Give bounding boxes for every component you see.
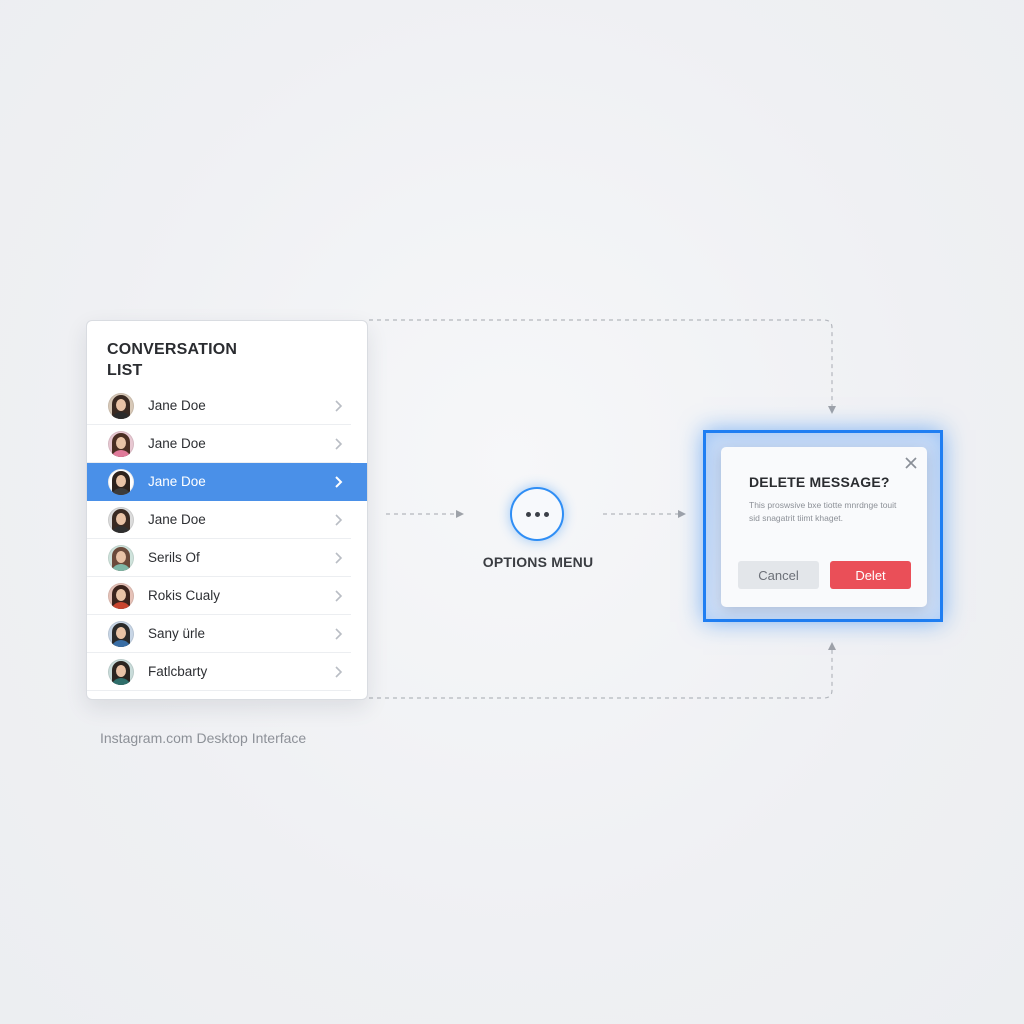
- conversation-row-3[interactable]: Jane Doe: [87, 463, 367, 501]
- delete-dialog-highlight: DELETE MESSAGE? This proswsive bxe tiott…: [703, 430, 943, 622]
- avatar: [108, 544, 134, 571]
- chevron-right-icon: [335, 665, 343, 678]
- chevron-right-icon: [335, 627, 343, 640]
- close-icon[interactable]: [903, 455, 919, 471]
- avatar: [108, 658, 134, 685]
- conversation-name: Jane Doe: [148, 474, 206, 489]
- conversation-row-7[interactable]: Sany ürle: [87, 615, 351, 653]
- conversation-list: Jane Doe Jane Doe Jane Doe Jane Doe Seri…: [87, 387, 367, 691]
- conversation-name: Jane Doe: [148, 512, 206, 527]
- chevron-right-icon: [335, 513, 343, 526]
- avatar: [108, 582, 134, 609]
- delete-button[interactable]: Delet: [830, 561, 911, 589]
- dialog-title: DELETE MESSAGE?: [749, 474, 890, 490]
- chevron-right-icon: [335, 437, 343, 450]
- avatar: [108, 468, 134, 495]
- dialog-body-text: This proswsive bxe tiotte mnrdnge touit …: [749, 500, 897, 523]
- conversation-row-5[interactable]: Serils Of: [87, 539, 351, 577]
- conversation-name: Serils Of: [148, 550, 200, 565]
- avatar: [108, 506, 134, 533]
- conversation-name: Sany ürle: [148, 626, 206, 641]
- conversation-row-4[interactable]: Jane Doe: [87, 501, 351, 539]
- more-horizontal-icon: [525, 511, 549, 517]
- chevron-right-icon: [335, 589, 343, 602]
- connector-list-to-dialog-bottom: [369, 642, 836, 699]
- chevron-right-icon: [335, 475, 343, 488]
- chevron-right-icon: [335, 399, 343, 412]
- conversation-name: Jane Doe: [148, 398, 206, 413]
- options-menu-label: OPTIONS MENU: [482, 554, 594, 570]
- chevron-right-icon: [335, 551, 343, 564]
- conversation-row-1[interactable]: Jane Doe: [87, 387, 351, 425]
- diagram-caption: Instagram.com Desktop Interface: [100, 730, 307, 746]
- avatar: [108, 430, 134, 457]
- avatar: [108, 620, 134, 647]
- conversation-row-6[interactable]: Rokis Cualy: [87, 577, 351, 615]
- avatar: [108, 392, 134, 419]
- conversation-name: Rokis Cualy: [148, 588, 221, 603]
- cancel-button[interactable]: Cancel: [738, 561, 819, 589]
- delete-dialog: DELETE MESSAGE? This proswsive bxe tiott…: [721, 447, 927, 607]
- options-menu-button[interactable]: [510, 487, 564, 541]
- conversation-list-panel: CONVERSATION LIST Jane Doe Jane Doe Jane…: [86, 320, 368, 700]
- conversation-list-title: CONVERSATION LIST: [107, 341, 238, 379]
- conversation-row-2[interactable]: Jane Doe: [87, 425, 351, 463]
- connector-list-to-dialog-top: [369, 319, 836, 414]
- conversation-row-8[interactable]: Fatlcbarty: [87, 653, 351, 691]
- conversation-name: Fatlcbarty: [148, 664, 208, 679]
- conversation-name: Jane Doe: [148, 436, 206, 451]
